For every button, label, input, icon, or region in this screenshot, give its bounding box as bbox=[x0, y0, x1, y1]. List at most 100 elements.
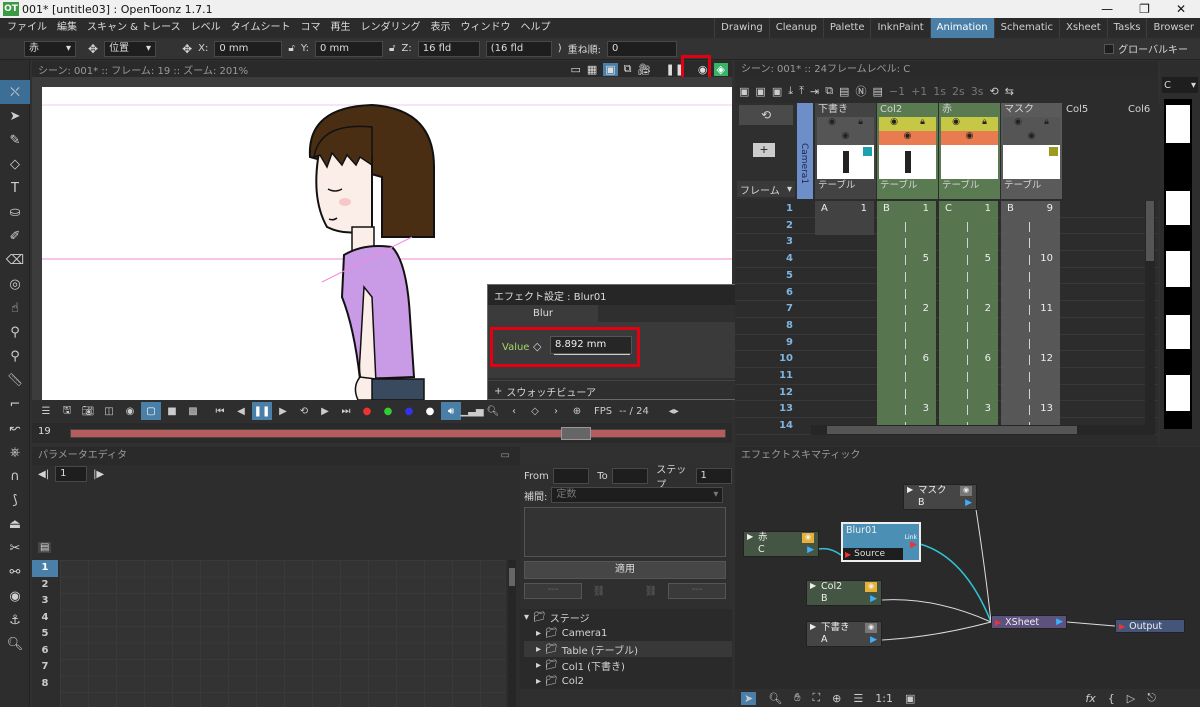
tree-item-expand-icon[interactable]: ▸ bbox=[536, 628, 541, 639]
room-tab-xsheet[interactable]: Xsheet bbox=[1059, 18, 1107, 38]
reverse-icon[interactable]: ⟲ bbox=[990, 85, 999, 98]
cell-value[interactable]: 6 bbox=[877, 353, 929, 364]
key-icon[interactable]: ◇ bbox=[525, 402, 545, 420]
draft-output-port[interactable]: ▶ bbox=[870, 635, 877, 645]
sound-icon[interactable]: 🔊︎ bbox=[441, 402, 461, 420]
n-icon[interactable]: Ⓝ bbox=[855, 83, 866, 99]
frame-number[interactable]: 7 bbox=[755, 303, 793, 314]
preview-toggle-icon[interactable]: ▣ bbox=[905, 692, 915, 705]
camera-stand-icon[interactable]: ▣ bbox=[603, 62, 618, 76]
tracker-tool-icon[interactable]: ◉ bbox=[0, 584, 30, 608]
step-field[interactable]: 1 bbox=[695, 468, 732, 484]
cell-value[interactable]: 5 bbox=[877, 253, 929, 264]
col2-render-toggle[interactable]: ◉ bbox=[865, 582, 877, 592]
z-field[interactable]: 16 fld bbox=[417, 40, 480, 57]
mask-expand-icon[interactable]: ▶ bbox=[907, 485, 913, 494]
global-key-checkbox[interactable] bbox=[1104, 43, 1115, 54]
tree-item-expand-icon[interactable]: ▸ bbox=[536, 644, 541, 655]
hook-tool-icon[interactable]: ⚓ bbox=[0, 608, 30, 632]
room-tab-tasks[interactable]: Tasks bbox=[1106, 18, 1147, 38]
next-key-icon[interactable]: › bbox=[546, 402, 566, 420]
lock-icon[interactable]: 🔒︎ bbox=[858, 117, 863, 131]
cell-value[interactable]: 1 bbox=[939, 203, 991, 214]
menu-item-5[interactable]: コマ bbox=[295, 18, 325, 38]
checker-bg-icon[interactable]: ▩ bbox=[183, 402, 203, 420]
frame-number[interactable]: 13 bbox=[755, 403, 793, 414]
safe-area-icon[interactable]: ▭ bbox=[570, 63, 580, 76]
object-select[interactable]: 赤 ▾ bbox=[24, 40, 76, 57]
frame-number[interactable]: 2 bbox=[755, 220, 793, 231]
link-icon-2[interactable]: ⛓ bbox=[636, 586, 666, 597]
alpha-channel-icon[interactable]: ● bbox=[420, 402, 440, 420]
swing-icon[interactable]: ⇆ bbox=[1005, 85, 1014, 98]
interp-select[interactable]: 定数 ▾ bbox=[551, 487, 724, 503]
column-header-4[interactable]: マスク ◉ 🔒︎ ◉ テーブル bbox=[1001, 103, 1062, 199]
swatch-expand-icon[interactable]: + bbox=[494, 386, 502, 397]
sub-camera-preview-icon[interactable]: ◈ bbox=[713, 62, 728, 76]
room-tab-schematic[interactable]: Schematic bbox=[993, 18, 1059, 38]
new-toonz-level-icon[interactable]: ▣ bbox=[755, 85, 765, 98]
pegbar-label[interactable]: テーブル bbox=[877, 179, 938, 193]
reorder-nodes-icon[interactable]: ☰ bbox=[853, 692, 863, 705]
eye-icon[interactable]: ◉ bbox=[952, 117, 960, 131]
frame-number[interactable]: 4 bbox=[755, 253, 793, 264]
frame-number[interactable]: 12 bbox=[755, 387, 793, 398]
next-frame-icon[interactable]: ▶ bbox=[315, 402, 335, 420]
geometric-tool-icon[interactable]: ◇ bbox=[0, 152, 30, 176]
from-field[interactable] bbox=[552, 468, 590, 484]
output-input-port[interactable]: ▶ bbox=[1119, 622, 1125, 631]
effect-tab[interactable]: Blur bbox=[488, 305, 598, 322]
cell-value[interactable]: 10 bbox=[1001, 253, 1053, 264]
step2-icon[interactable]: 1s bbox=[933, 85, 946, 98]
cutter-tool-icon[interactable]: ✂ bbox=[0, 536, 30, 560]
black-bg-icon[interactable]: ■ bbox=[162, 402, 182, 420]
maximize-icon[interactable]: ❐ bbox=[1139, 2, 1150, 16]
cell-value[interactable]: 3 bbox=[939, 403, 991, 414]
blur-source-port[interactable]: ▶ bbox=[845, 550, 851, 559]
param-frame-row[interactable]: 6 bbox=[32, 642, 58, 659]
col2-node[interactable]: Col2 B ▶ ◉ ▶ bbox=[806, 580, 882, 606]
param-frame-row[interactable]: 7 bbox=[32, 659, 58, 676]
curve-toggle-icon[interactable]: ▤ bbox=[38, 542, 52, 553]
lock-icon[interactable]: 🔒︎ bbox=[920, 117, 925, 131]
col2-output-port[interactable]: ▶ bbox=[870, 594, 877, 604]
pegbar-label[interactable]: テーブル bbox=[1001, 179, 1062, 193]
cell-value[interactable]: 3 bbox=[877, 403, 929, 414]
room-tab-browser[interactable]: Browser bbox=[1146, 18, 1200, 38]
ruler-tool-icon[interactable]: 📏︎ bbox=[0, 368, 30, 392]
preview-toggle[interactable]: ◉ 🔒︎ bbox=[817, 117, 874, 131]
cell-value[interactable]: 12 bbox=[1001, 353, 1053, 364]
cell-value[interactable]: 5 bbox=[939, 253, 991, 264]
fill-tool-icon[interactable]: ⛀ bbox=[0, 200, 30, 224]
brush-tool-icon[interactable]: ✎ bbox=[0, 128, 30, 152]
cell-value[interactable]: 2 bbox=[877, 303, 929, 314]
order-field[interactable]: 0 bbox=[607, 40, 677, 57]
blur-output-port[interactable]: ▶ bbox=[910, 540, 917, 550]
frame-field[interactable]: 19 bbox=[34, 425, 64, 441]
output-icon[interactable]: ▷ bbox=[1127, 692, 1135, 705]
swatch-viewer-toggle[interactable]: スウォッチビューア bbox=[506, 384, 596, 399]
fit-to-window-icon[interactable]: ⛶ bbox=[812, 691, 820, 705]
cell-value[interactable]: 1 bbox=[815, 203, 867, 214]
column-cells-2[interactable] bbox=[877, 201, 936, 435]
bender-tool-icon[interactable]: ⟆ bbox=[0, 488, 30, 512]
cell-value[interactable]: 9 bbox=[1001, 203, 1053, 214]
type-tool-icon[interactable]: T bbox=[0, 176, 30, 200]
save-icon[interactable]: 🖫 bbox=[57, 402, 77, 420]
frame-number[interactable]: 5 bbox=[755, 270, 793, 281]
frame-number[interactable]: 9 bbox=[755, 337, 793, 348]
frame-number[interactable]: 10 bbox=[755, 353, 793, 364]
frame-label-select[interactable]: フレーム ▾ bbox=[737, 181, 795, 197]
select-mode-icon[interactable]: ➤ bbox=[741, 691, 757, 705]
room-tab-inknpaint[interactable]: InknPaint bbox=[870, 18, 929, 38]
lock-y-icon[interactable]: 🔓︎ bbox=[389, 43, 395, 54]
menu-item-2[interactable]: スキャン & トレース bbox=[82, 18, 186, 38]
camstand-toggle-icon[interactable]: ◉ bbox=[817, 131, 874, 145]
magnet-tool-icon[interactable]: ∩ bbox=[0, 464, 30, 488]
menu-icon[interactable]: ☰ bbox=[36, 402, 56, 420]
zoom-mode-icon[interactable]: 🔍︎ bbox=[768, 692, 782, 705]
tree-expand-icon[interactable]: ▾ bbox=[524, 612, 529, 623]
camstand-toggle-icon[interactable]: ◉ bbox=[941, 131, 998, 145]
save-level-icon[interactable]: ⤒ bbox=[799, 84, 804, 98]
tree-item[interactable]: ▸ 📁︎ Col2 bbox=[524, 673, 732, 689]
